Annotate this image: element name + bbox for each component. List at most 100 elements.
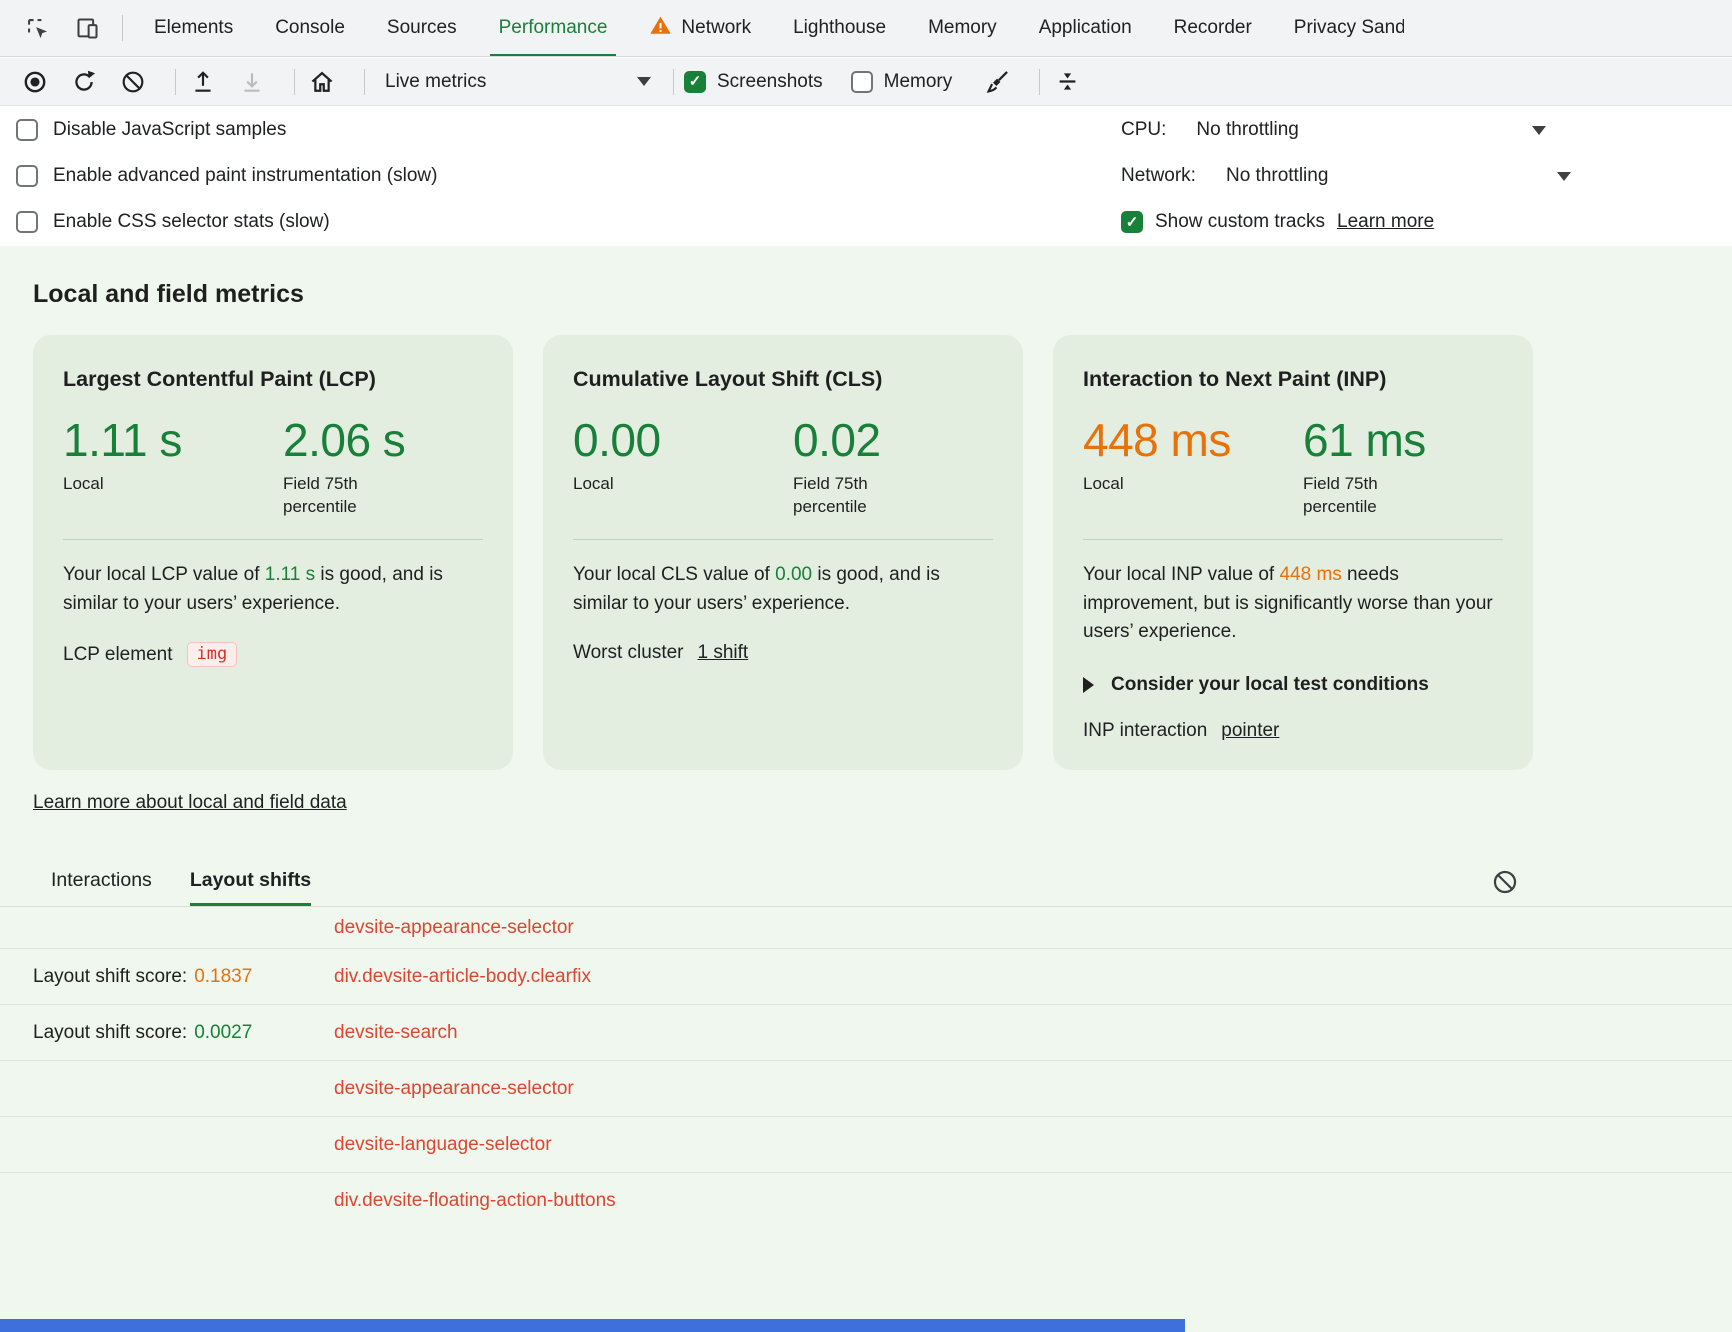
- divider: [673, 69, 674, 95]
- network-label: Network:: [1121, 165, 1196, 187]
- inp-interaction-link[interactable]: pointer: [1221, 720, 1279, 742]
- custom-tracks-learn-more-link[interactable]: Learn more: [1337, 211, 1434, 233]
- inspect-element-icon[interactable]: [19, 10, 55, 46]
- table-row[interactable]: Layout shift score:0.0027 devsite-search: [0, 1005, 1732, 1061]
- shift-element-link[interactable]: div.devsite-article-body.clearfix: [334, 966, 591, 988]
- tab-recorder[interactable]: Recorder: [1153, 0, 1273, 57]
- page-title: Local and field metrics: [33, 280, 304, 309]
- tab-elements[interactable]: Elements: [133, 0, 254, 57]
- load-profile-icon[interactable]: [186, 65, 220, 99]
- cls-local-label: Local: [573, 473, 698, 496]
- tab-lighthouse[interactable]: Lighthouse: [772, 0, 907, 57]
- inp-field-value: 61 ms: [1303, 416, 1428, 464]
- cpu-value: No throttling: [1196, 119, 1298, 141]
- tab-privacy-sandbox[interactable]: Privacy Sandbox: [1273, 0, 1425, 57]
- css-selector-stats-label: Enable CSS selector stats (slow): [53, 211, 330, 233]
- cls-field-value: 0.02: [793, 416, 918, 464]
- local-test-conditions-expander[interactable]: Consider your local test conditions: [1083, 674, 1503, 696]
- devtools-tabbar: Elements Console Sources Performance Net…: [0, 0, 1732, 57]
- tab-network[interactable]: Network: [628, 0, 772, 57]
- inp-description: Your local INP value of 448 ms needs imp…: [1083, 561, 1503, 647]
- divider: [294, 69, 295, 95]
- inp-local-value: 448 ms: [1083, 416, 1303, 464]
- tab-performance[interactable]: Performance: [478, 0, 629, 57]
- lcp-description: Your local LCP value of 1.11 s is good, …: [63, 561, 483, 618]
- advanced-paint-checkbox[interactable]: [16, 165, 38, 187]
- local-field-data-learn-more-link[interactable]: Learn more about local and field data: [33, 792, 347, 814]
- lcp-element-label: LCP element: [63, 644, 173, 666]
- disable-js-samples-label: Disable JavaScript samples: [53, 119, 286, 141]
- cls-local-value: 0.00: [573, 416, 793, 464]
- capture-options: Disable JavaScript samples CPU: No throt…: [0, 107, 1732, 246]
- divider: [1039, 69, 1040, 95]
- tab-memory[interactable]: Memory: [907, 0, 1018, 57]
- inp-local-label: Local: [1083, 473, 1208, 496]
- shift-score-value: 0.1837: [194, 966, 252, 987]
- network-value: No throttling: [1226, 165, 1328, 187]
- show-custom-tracks-label: Show custom tracks: [1155, 211, 1325, 233]
- option-row: Enable CSS selector stats (slow) ✓ Show …: [0, 199, 1732, 245]
- cls-card-title: Cumulative Layout Shift (CLS): [573, 367, 993, 392]
- lcp-local-label: Local: [63, 473, 188, 496]
- show-custom-tracks-checkbox[interactable]: ✓: [1121, 211, 1143, 233]
- lcp-card-title: Largest Contentful Paint (LCP): [63, 367, 483, 392]
- cleanup-brush-icon[interactable]: [980, 65, 1014, 99]
- chevron-down-icon: [1532, 126, 1546, 135]
- inp-interaction-label: INP interaction: [1083, 720, 1207, 742]
- tab-sources[interactable]: Sources: [366, 0, 478, 57]
- css-selector-stats-checkbox[interactable]: [16, 211, 38, 233]
- shift-element-link[interactable]: devsite-appearance-selector: [334, 1078, 574, 1100]
- lcp-element-node-link[interactable]: img: [187, 642, 238, 667]
- lcp-local-value: 1.11 s: [63, 416, 283, 464]
- disable-js-samples-checkbox[interactable]: [16, 119, 38, 141]
- network-throttling-select[interactable]: Network: No throttling: [1121, 153, 1571, 199]
- clear-icon[interactable]: [116, 65, 150, 99]
- memory-checkbox[interactable]: [851, 71, 873, 93]
- lcp-field-label: Field 75th percentile: [283, 473, 408, 519]
- option-row: Enable advanced paint instrumentation (s…: [0, 153, 1732, 199]
- lcp-field-value: 2.06 s: [283, 416, 408, 464]
- reload-record-icon[interactable]: [67, 65, 101, 99]
- option-row: Disable JavaScript samples CPU: No throt…: [0, 107, 1732, 153]
- tab-layout-shifts[interactable]: Layout shifts: [190, 858, 311, 906]
- advanced-paint-label: Enable advanced paint instrumentation (s…: [53, 165, 437, 187]
- tab-interactions[interactable]: Interactions: [51, 858, 152, 906]
- table-row[interactable]: div.devsite-floating-action-buttons: [0, 1173, 1732, 1229]
- divider: [122, 15, 123, 41]
- shift-score-value: 0.0027: [194, 1022, 252, 1043]
- live-metrics-panel: Local and field metrics Largest Contentf…: [0, 246, 1732, 1332]
- tab-application[interactable]: Application: [1018, 0, 1153, 57]
- memory-checkbox-group[interactable]: Memory: [851, 71, 953, 93]
- clear-shifts-icon[interactable]: [1490, 867, 1520, 897]
- lcp-card: Largest Contentful Paint (LCP) 1.11 s Lo…: [33, 335, 513, 770]
- table-row[interactable]: devsite-appearance-selector: [0, 1061, 1732, 1117]
- table-row[interactable]: Layout shift score:0.1837 div.devsite-ar…: [0, 949, 1732, 1005]
- inp-field-label: Field 75th percentile: [1303, 473, 1428, 519]
- live-metrics-dropdown[interactable]: Live metrics: [379, 64, 659, 100]
- warning-icon: [649, 14, 672, 43]
- device-toolbar-icon[interactable]: [69, 10, 105, 46]
- table-row[interactable]: devsite-appearance-selector: [0, 907, 1732, 949]
- save-profile-icon[interactable]: [235, 65, 269, 99]
- cpu-label: CPU:: [1121, 119, 1166, 141]
- table-row[interactable]: devsite-language-selector: [0, 1117, 1732, 1173]
- collect-garbage-icon[interactable]: [1050, 65, 1084, 99]
- home-icon[interactable]: [305, 65, 339, 99]
- shift-element-link[interactable]: div.devsite-floating-action-buttons: [334, 1190, 616, 1212]
- inp-card: Interaction to Next Paint (INP) 448 ms L…: [1053, 335, 1533, 770]
- cls-field-label: Field 75th percentile: [793, 473, 918, 519]
- screenshots-checkbox[interactable]: ✓: [684, 71, 706, 93]
- cpu-throttling-select[interactable]: CPU: No throttling: [1121, 107, 1546, 153]
- shift-element-link[interactable]: devsite-language-selector: [334, 1134, 552, 1156]
- worst-cluster-label: Worst cluster: [573, 642, 684, 664]
- bottom-blue-bar: [0, 1319, 1185, 1332]
- record-icon[interactable]: [18, 65, 52, 99]
- screenshots-checkbox-group[interactable]: ✓ Screenshots: [684, 71, 823, 93]
- shift-element-link[interactable]: devsite-search: [334, 1022, 458, 1044]
- divider: [63, 539, 483, 540]
- worst-cluster-link[interactable]: 1 shift: [698, 642, 749, 664]
- divider: [573, 539, 993, 540]
- tab-console[interactable]: Console: [254, 0, 366, 57]
- shift-element-link[interactable]: devsite-appearance-selector: [334, 917, 574, 939]
- divider: [364, 69, 365, 95]
